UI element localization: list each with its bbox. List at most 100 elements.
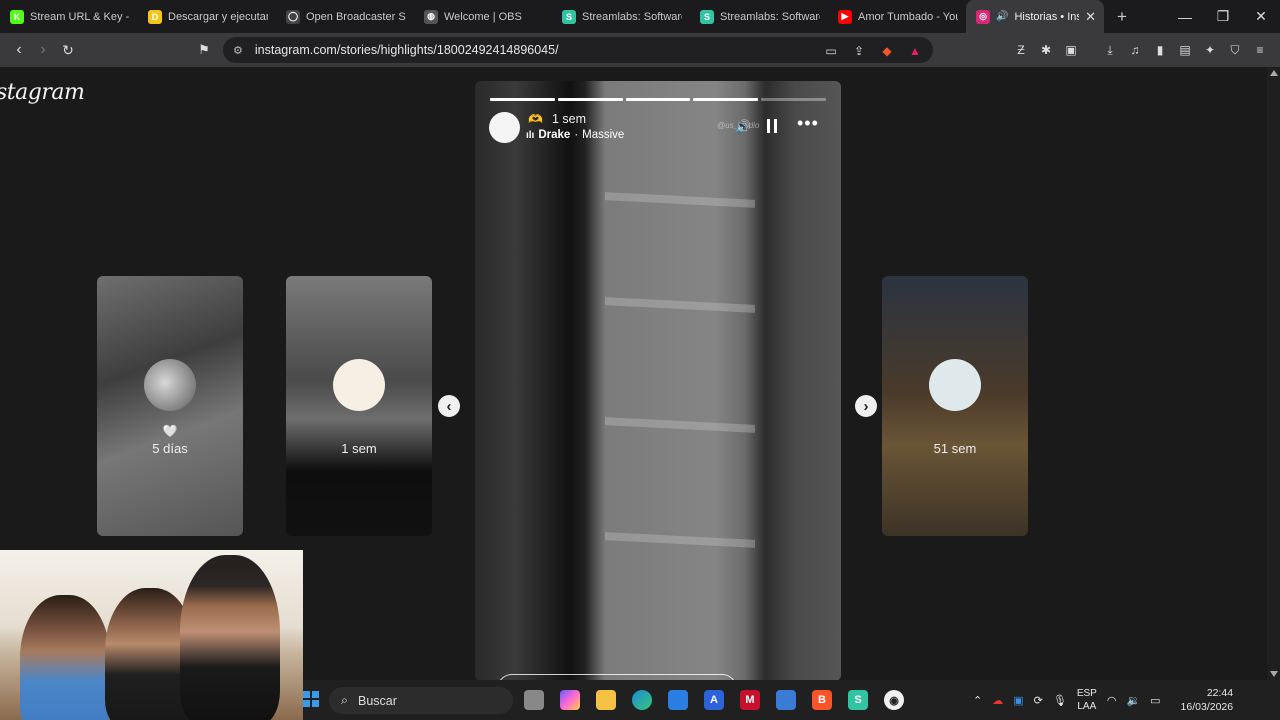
brave-rewards-icon[interactable]: ▲ xyxy=(907,43,923,59)
system-clock[interactable]: 22:44 16/03/2026 xyxy=(1181,686,1234,714)
address-bar[interactable]: ⚙ instagram.com/stories/highlights/18002… xyxy=(223,37,933,63)
brave-shield-icon[interactable]: ◆ xyxy=(879,43,895,59)
github-icon: ◯ xyxy=(286,9,300,24)
avatar[interactable] xyxy=(489,112,520,143)
lang-code: ESP xyxy=(1076,688,1097,699)
search-icon: ⌕ xyxy=(341,693,349,707)
brave-icon[interactable]: B xyxy=(812,690,832,710)
copilot-icon[interactable] xyxy=(560,690,580,710)
browser-tab[interactable]: S Streamlabs: Software xyxy=(690,0,828,33)
heart-hands-icon: 🫶 xyxy=(528,112,543,126)
show-hidden-icons[interactable]: ⌃ xyxy=(973,694,982,707)
webcam-person xyxy=(20,595,110,720)
cloud-icon[interactable]: ☁ xyxy=(992,694,1003,707)
story-progress-bar xyxy=(490,98,826,101)
sidebar-icon[interactable]: ▮ xyxy=(1152,42,1168,58)
language-indicator[interactable]: ESP LAA xyxy=(1077,687,1097,713)
app-tray-icon[interactable]: ▣ xyxy=(1013,694,1023,707)
story-preview[interactable]: 🤍 5 días xyxy=(97,276,243,536)
pause-icon[interactable] xyxy=(767,119,777,133)
previous-story-button[interactable]: ‹ xyxy=(438,395,460,417)
browser-tab[interactable]: ◎ 🔊 Historias • Inst ✕ xyxy=(966,0,1104,33)
music-icon[interactable]: ♫ xyxy=(1127,42,1143,58)
speaker-icon[interactable]: 🔉 xyxy=(1126,694,1140,707)
preview-time: 51 sem xyxy=(933,441,977,456)
instagram-icon: ◎ xyxy=(976,9,990,24)
story-preview[interactable]: 1 sem xyxy=(286,276,432,536)
next-story-button[interactable]: › xyxy=(855,395,877,417)
search-placeholder: Buscar xyxy=(358,693,397,708)
battery-icon[interactable]: ▭ xyxy=(1150,694,1160,707)
download-icon[interactable]: ⤓ xyxy=(1102,42,1118,58)
preview-time: 5 días xyxy=(152,441,188,456)
scroll-down-arrow[interactable] xyxy=(1270,671,1278,677)
minimize-button[interactable]: — xyxy=(1166,0,1204,33)
url-text[interactable]: instagram.com/stories/highlights/1800249… xyxy=(255,43,559,57)
browser-toolbar: ‹ › ↻ ⚑ ⚙ instagram.com/stories/highligh… xyxy=(0,33,1280,67)
music-info[interactable]: ılı Drake · Massive xyxy=(526,129,624,141)
reload-button[interactable]: ↻ xyxy=(56,38,80,62)
tab-audio-icon[interactable]: 🔊 xyxy=(996,11,1008,22)
leo-ai-icon[interactable]: ✦ xyxy=(1202,42,1218,58)
browser-tab[interactable]: ▶ Amor Tumbado - You xyxy=(828,0,966,33)
scroll-up-arrow[interactable] xyxy=(1270,70,1278,76)
active-story[interactable]: 🫶 1 sem ılı Drake · Massive @us_studio 🔊… xyxy=(475,81,841,680)
sync-icon[interactable]: ⟳ xyxy=(1034,694,1043,707)
clock-date: 16/03/2026 xyxy=(1180,701,1234,713)
browser-tab[interactable]: ◍ Welcome | OBS xyxy=(414,0,552,33)
more-options-button[interactable]: ••• xyxy=(797,113,819,134)
site-info-icon[interactable]: ⚙ xyxy=(233,44,243,57)
obs-icon[interactable]: ◉ xyxy=(884,690,904,710)
avatar xyxy=(144,359,196,411)
streamlabs-icon[interactable]: S xyxy=(848,690,868,710)
tab-label: Amor Tumbado - You xyxy=(858,10,958,23)
wifi-icon[interactable]: ◠ xyxy=(1107,694,1117,707)
file-explorer-icon[interactable] xyxy=(596,690,616,710)
extension-icon[interactable]: Ƶ xyxy=(1013,42,1029,58)
kick-icon: K xyxy=(10,9,24,24)
bookmark-icon[interactable]: ⚑ xyxy=(192,38,216,62)
new-tab-button[interactable]: + xyxy=(1108,3,1136,31)
back-button[interactable]: ‹ xyxy=(7,38,31,62)
microphone-icon[interactable]: 🎙 xyxy=(1053,694,1067,707)
keyboard-layout: LAA xyxy=(1077,701,1097,712)
page-scrollbar[interactable] xyxy=(1267,67,1280,680)
menu-icon[interactable]: ≡ xyxy=(1252,42,1268,58)
extension-icons: Ƶ ✱ ▣ ⤓ ♫ ▮ ▤ ✦ ⛉ ≡ xyxy=(1013,42,1268,58)
progress-segment xyxy=(693,98,759,101)
progress-segment xyxy=(490,98,555,101)
browser-tab[interactable]: S Streamlabs: Software xyxy=(552,0,690,33)
tab-search-icon[interactable]: ▣ xyxy=(1063,42,1079,58)
globe-icon: ◍ xyxy=(424,9,438,24)
windows-taskbar: ⌕ Buscar A M B S ◉ ⌃ ☁ ▣ ⟳ 🎙 ESP LAA ◠ 🔉… xyxy=(303,680,1280,720)
vpn-icon[interactable]: ⛉ xyxy=(1227,42,1243,58)
story-image-detail xyxy=(605,192,755,208)
windows-start-icon[interactable] xyxy=(303,691,319,707)
browser-tab[interactable]: D Descargar y ejecutar I xyxy=(138,0,276,33)
azure-icon[interactable]: A xyxy=(704,690,724,710)
close-window-button[interactable]: ✕ xyxy=(1242,0,1280,33)
music-bars-icon: ılı xyxy=(526,129,535,141)
maximize-button[interactable]: ❐ xyxy=(1204,0,1242,33)
forward-button[interactable]: › xyxy=(31,38,55,62)
wallet-icon[interactable]: ▤ xyxy=(1177,42,1193,58)
browser-tab[interactable]: K Stream URL & Key - K xyxy=(0,0,138,33)
outlook-icon[interactable] xyxy=(776,690,796,710)
cast-icon[interactable]: ▭ xyxy=(823,43,839,59)
music-song: Massive xyxy=(582,129,625,141)
volume-icon[interactable]: 🔊 xyxy=(735,119,751,135)
instagram-logo[interactable]: stagram xyxy=(0,80,85,105)
store-icon[interactable] xyxy=(668,690,688,710)
progress-segment xyxy=(557,98,623,101)
edge-icon[interactable] xyxy=(632,690,652,710)
clock-time: 22:44 xyxy=(1206,687,1234,699)
task-view-icon[interactable] xyxy=(524,690,544,710)
mcafee-icon[interactable]: M xyxy=(740,690,760,710)
story-preview[interactable]: 51 sem xyxy=(882,276,1028,536)
browser-tab[interactable]: ◯ Open Broadcaster Sof xyxy=(276,0,414,33)
share-icon[interactable]: ⇪ xyxy=(851,43,867,59)
taskbar-search[interactable]: ⌕ Buscar xyxy=(329,687,513,714)
puzzle-icon[interactable]: ✱ xyxy=(1038,42,1054,58)
preview-time: 1 sem xyxy=(341,441,377,456)
close-tab-icon[interactable]: ✕ xyxy=(1085,9,1096,25)
